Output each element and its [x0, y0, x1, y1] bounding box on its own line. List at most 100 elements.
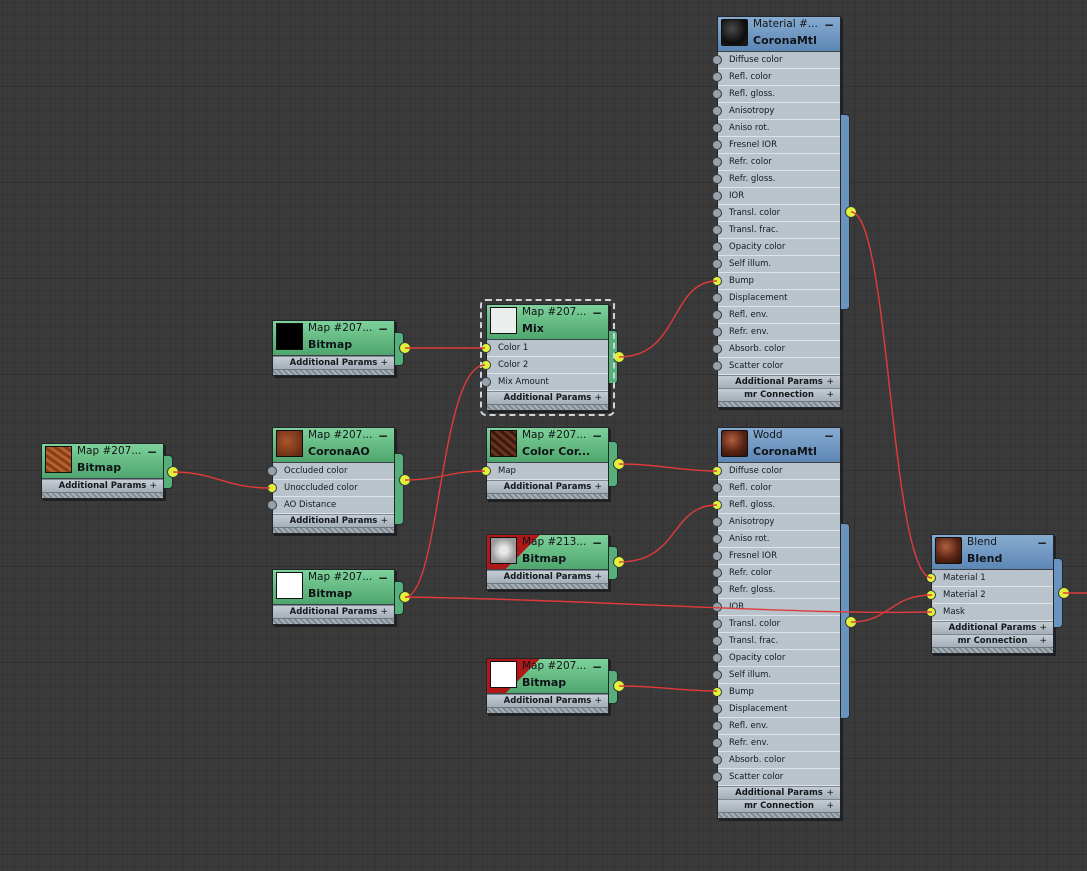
- input-socket[interactable]: [712, 191, 722, 201]
- slot-material-1[interactable]: Material 1: [926, 570, 1053, 587]
- input-socket[interactable]: [481, 377, 491, 387]
- output-socket[interactable]: [613, 351, 625, 363]
- input-socket[interactable]: [712, 738, 722, 748]
- slot-anisotropy[interactable]: Anisotropy: [712, 514, 840, 531]
- output-socket[interactable]: [613, 458, 625, 470]
- additional-params-rollout[interactable]: Additional Params +: [487, 694, 608, 707]
- resize-grip[interactable]: [487, 583, 608, 589]
- resize-grip[interactable]: [487, 707, 608, 713]
- node-header[interactable]: Wodd CoronaMtl −: [718, 428, 840, 463]
- mr-connection-rollout[interactable]: mr Connection +: [932, 634, 1053, 647]
- plus-icon[interactable]: +: [594, 481, 602, 493]
- collapse-icon[interactable]: −: [592, 430, 602, 442]
- output-socket[interactable]: [1058, 587, 1070, 599]
- node-header[interactable]: Map #207... Mix −: [487, 305, 608, 340]
- node-header[interactable]: Map #207... Bitmap −: [42, 444, 163, 479]
- slot-refl-color[interactable]: Refl. color: [712, 480, 840, 497]
- mr-connection-rollout[interactable]: mr Connection +: [718, 799, 840, 812]
- input-socket[interactable]: [712, 55, 722, 65]
- node-bitmap-white[interactable]: Map #207... Bitmap − Additional Params +: [272, 569, 411, 625]
- input-socket[interactable]: [712, 551, 722, 561]
- mr-connection-rollout[interactable]: mr Connection +: [718, 388, 840, 401]
- slot-color-1[interactable]: Color 1: [481, 340, 608, 357]
- input-socket[interactable]: [267, 500, 277, 510]
- slot-transl-color[interactable]: Transl. color: [712, 205, 840, 222]
- output-socket[interactable]: [399, 474, 411, 486]
- plus-icon[interactable]: +: [826, 389, 834, 401]
- slot-occluded-color[interactable]: Occluded color: [267, 463, 394, 480]
- slot-mix-amount[interactable]: Mix Amount: [481, 374, 608, 391]
- plus-icon[interactable]: +: [149, 480, 157, 492]
- slot-aniso-rot[interactable]: Aniso rot.: [712, 531, 840, 548]
- input-socket[interactable]: [712, 208, 722, 218]
- collapse-icon[interactable]: −: [378, 323, 388, 335]
- slot-refr-env[interactable]: Refr. env.: [712, 735, 840, 752]
- slot-refr-gloss[interactable]: Refr. gloss.: [712, 171, 840, 188]
- input-socket[interactable]: [481, 360, 491, 370]
- input-socket[interactable]: [712, 500, 722, 510]
- input-socket[interactable]: [712, 602, 722, 612]
- node-bitmap-black[interactable]: Map #207... Bitmap − Additional Params +: [272, 320, 411, 376]
- input-socket[interactable]: [926, 590, 936, 600]
- output-socket[interactable]: [845, 206, 857, 218]
- output-socket[interactable]: [167, 466, 179, 478]
- plus-icon[interactable]: +: [380, 515, 388, 527]
- output-socket[interactable]: [845, 616, 857, 628]
- collapse-icon[interactable]: −: [592, 537, 602, 549]
- node-corona-ao[interactable]: Map #207... CoronaAO − Occluded color Un…: [267, 427, 411, 534]
- slot-absorb-color[interactable]: Absorb. color: [712, 752, 840, 769]
- input-socket[interactable]: [712, 483, 722, 493]
- input-socket[interactable]: [712, 293, 722, 303]
- output-socket[interactable]: [399, 342, 411, 354]
- slot-material-2[interactable]: Material 2: [926, 587, 1053, 604]
- slot-diffuse-color[interactable]: Diffuse color: [712, 52, 840, 69]
- plus-icon[interactable]: +: [594, 571, 602, 583]
- plus-icon[interactable]: +: [380, 606, 388, 618]
- node-blend[interactable]: Blend Blend − Material 1 Material 2 Mask…: [926, 534, 1070, 654]
- node-color-correction[interactable]: Map #207... Color Cor... − Map Additiona…: [481, 427, 625, 500]
- slot-refr-gloss[interactable]: Refr. gloss.: [712, 582, 840, 599]
- input-socket[interactable]: [712, 568, 722, 578]
- input-socket[interactable]: [712, 327, 722, 337]
- input-socket[interactable]: [712, 721, 722, 731]
- additional-params-rollout[interactable]: Additional Params +: [718, 375, 840, 388]
- plus-icon[interactable]: +: [826, 800, 834, 812]
- slot-bump[interactable]: Bump: [712, 684, 840, 701]
- input-socket[interactable]: [712, 140, 722, 150]
- collapse-icon[interactable]: −: [147, 446, 157, 458]
- input-socket[interactable]: [712, 517, 722, 527]
- slot-scatter-color[interactable]: Scatter color: [712, 358, 840, 375]
- slot-fresnel-ior[interactable]: Fresnel IOR: [712, 137, 840, 154]
- slot-unoccluded-color[interactable]: Unoccluded color: [267, 480, 394, 497]
- resize-grip[interactable]: [273, 527, 394, 533]
- additional-params-rollout[interactable]: Additional Params +: [42, 479, 163, 492]
- collapse-icon[interactable]: −: [592, 661, 602, 673]
- input-socket[interactable]: [712, 772, 722, 782]
- input-socket[interactable]: [481, 466, 491, 476]
- slot-ao-distance[interactable]: AO Distance: [267, 497, 394, 514]
- node-header[interactable]: Map #213... Bitmap −: [487, 535, 608, 570]
- slot-transl-frac[interactable]: Transl. frac.: [712, 222, 840, 239]
- slot-self-illum[interactable]: Self illum.: [712, 667, 840, 684]
- input-socket[interactable]: [712, 310, 722, 320]
- slot-displacement[interactable]: Displacement: [712, 290, 840, 307]
- node-mix[interactable]: Map #207... Mix − Color 1 Color 2 Mix Am…: [481, 304, 625, 411]
- additional-params-rollout[interactable]: Additional Params +: [718, 786, 840, 799]
- plus-icon[interactable]: +: [1039, 635, 1047, 647]
- resize-grip[interactable]: [718, 401, 840, 407]
- resize-grip[interactable]: [487, 493, 608, 499]
- input-socket[interactable]: [712, 466, 722, 476]
- additional-params-rollout[interactable]: Additional Params +: [273, 356, 394, 369]
- collapse-icon[interactable]: −: [824, 430, 834, 442]
- input-socket[interactable]: [926, 607, 936, 617]
- input-socket[interactable]: [926, 573, 936, 583]
- additional-params-rollout[interactable]: Additional Params +: [273, 605, 394, 618]
- node-bitmap-wood[interactable]: Map #207... Bitmap − Additional Params +: [41, 443, 179, 499]
- output-socket[interactable]: [613, 680, 625, 692]
- plus-icon[interactable]: +: [826, 787, 834, 799]
- input-socket[interactable]: [712, 72, 722, 82]
- slot-self-illum[interactable]: Self illum.: [712, 256, 840, 273]
- input-socket[interactable]: [712, 534, 722, 544]
- input-socket[interactable]: [712, 242, 722, 252]
- slot-ior[interactable]: IOR: [712, 188, 840, 205]
